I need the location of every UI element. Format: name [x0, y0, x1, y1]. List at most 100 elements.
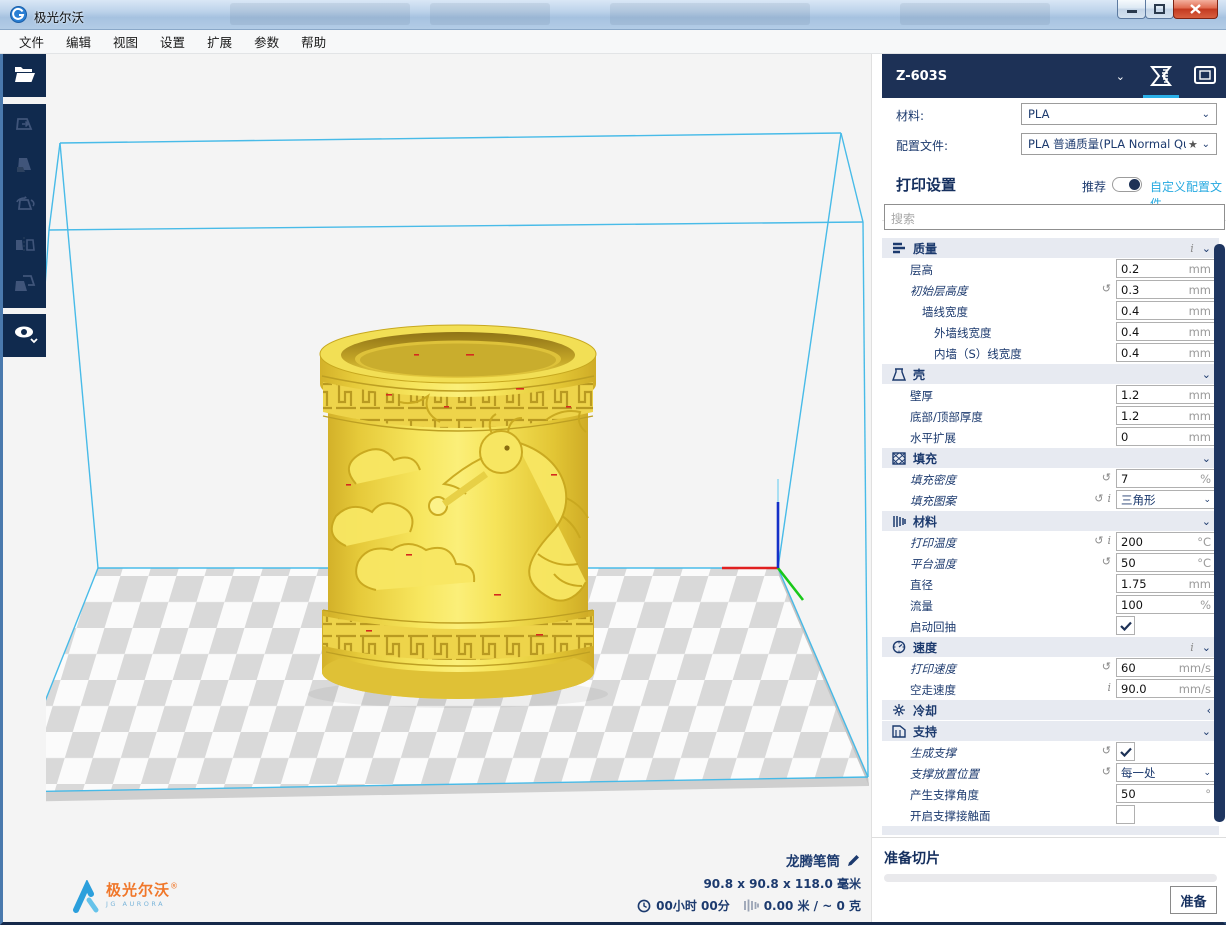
setting-checkbox-生成支撑[interactable] [1116, 742, 1135, 761]
scale-icon [14, 153, 36, 175]
setting-input-墙线宽度[interactable]: 0.4mm [1116, 301, 1216, 320]
info-icon[interactable]: i [1190, 641, 1194, 654]
printer-dropdown-chevron-icon[interactable]: ⌄ [1116, 70, 1125, 83]
printer-name[interactable]: Z-603S [896, 69, 947, 84]
setting-label: 层高 [910, 262, 933, 278]
chevron-down-icon: ⌄ [1202, 452, 1211, 465]
scale-tool[interactable] [3, 144, 46, 184]
setting-input-初始层高度[interactable]: 0.3mm [1116, 280, 1216, 299]
minimize-button[interactable] [1117, 0, 1146, 19]
profile-select[interactable]: PLA 普通质量(PLA Normal Qua ★ ⌄ [1021, 133, 1217, 155]
info-icon[interactable]: i [1107, 534, 1111, 547]
setting-row-内墙（S）线宽度: 内墙（S）线宽度0.4mm [882, 342, 1219, 363]
menu-item-参数[interactable]: 参数 [243, 29, 290, 54]
info-icon[interactable]: i [1107, 681, 1111, 694]
setting-value: 50 [1121, 556, 1136, 570]
setting-input-底部/顶部厚度[interactable]: 1.2mm [1116, 406, 1216, 425]
menu-item-文件[interactable]: 文件 [8, 29, 55, 54]
mirror-tool[interactable] [3, 224, 46, 264]
revert-icon[interactable]: ↺ [1102, 282, 1111, 295]
info-icon[interactable]: i [1107, 492, 1111, 505]
setting-label: 打印速度 [910, 661, 956, 677]
chevron-down-icon: ⌄ [1203, 768, 1211, 778]
scrollbar-thumb[interactable] [1214, 244, 1225, 822]
setting-value: 0.2 [1121, 262, 1139, 276]
revert-icon[interactable]: ↺ [1094, 492, 1103, 505]
menu-item-扩展[interactable]: 扩展 [196, 29, 243, 54]
setting-label: 支撑放置位置 [910, 766, 979, 782]
monitor-tab[interactable] [1183, 54, 1226, 98]
menu-item-编辑[interactable]: 编辑 [55, 29, 102, 54]
setting-dropdown-填充图案[interactable]: 三角形⌄ [1116, 490, 1216, 509]
prepare-tab[interactable] [1139, 54, 1183, 98]
revert-icon[interactable]: ↺ [1102, 555, 1111, 568]
setting-value: 0.4 [1121, 346, 1139, 360]
pencil-icon[interactable] [846, 853, 861, 868]
menu-item-帮助[interactable]: 帮助 [290, 29, 337, 54]
rotate-tool[interactable] [3, 184, 46, 224]
setting-input-层高[interactable]: 0.2mm [1116, 259, 1216, 278]
setting-dropdown-支撑放置位置[interactable]: 每一处⌄ [1116, 763, 1216, 782]
section-header-材料[interactable]: 材料⌄ [882, 511, 1219, 531]
revert-icon[interactable]: ↺ [1094, 534, 1103, 547]
prepare-button[interactable]: 准备 [1170, 886, 1217, 914]
revert-icon[interactable]: ↺ [1102, 744, 1111, 757]
section-header-冷却[interactable]: 冷却‹ [882, 700, 1219, 720]
section-header-支持[interactable]: 支持⌄ [882, 721, 1219, 741]
chevron-down-icon: ⌄ [1202, 109, 1210, 120]
open-file-button[interactable] [3, 54, 46, 97]
setting-unit: mm [1189, 283, 1211, 297]
chevron-down-icon: ⌄ [1203, 495, 1211, 505]
setting-input-外墙线宽度[interactable]: 0.4mm [1116, 322, 1216, 341]
material-select[interactable]: PLA ⌄ [1021, 103, 1217, 125]
setting-value: 60 [1121, 661, 1136, 675]
move-tool[interactable] [3, 104, 46, 144]
setting-input-壁厚[interactable]: 1.2mm [1116, 385, 1216, 404]
view-mode-eye-icon [12, 323, 38, 345]
section-header-质量[interactable]: 质量i⌄ [882, 238, 1219, 258]
setting-checkbox-启动回抽[interactable] [1116, 616, 1135, 635]
maximize-button[interactable] [1145, 0, 1174, 19]
setting-row-启动回抽: 启动回抽 [882, 615, 1219, 636]
setting-input-打印速度[interactable]: 60mm/s [1116, 658, 1216, 677]
setting-input-直径[interactable]: 1.75mm [1116, 574, 1216, 593]
setting-input-产生支撑角度[interactable]: 50° [1116, 784, 1216, 803]
printer-header: Z-603S ⌄ [882, 54, 1226, 98]
view-mode-button[interactable] [3, 314, 46, 357]
setting-input-填充密度[interactable]: 7% [1116, 469, 1216, 488]
material-icon [892, 515, 907, 528]
setting-value: 1.75 [1121, 577, 1147, 591]
setting-input-打印温度[interactable]: 200°C [1116, 532, 1216, 551]
setting-input-平台温度[interactable]: 50°C [1116, 553, 1216, 572]
viewport-3d[interactable]: 极光尔沃® JG AURORA 龙腾笔筒 90.8 x 90.8 x 118.0… [46, 54, 871, 922]
setting-input-内墙（S）线宽度[interactable]: 0.4mm [1116, 343, 1216, 362]
revert-icon[interactable]: ↺ [1102, 660, 1111, 673]
rotate-icon [13, 193, 37, 215]
setting-row-开启支撑接触面: 开启支撑接触面 [882, 804, 1219, 825]
revert-icon[interactable]: ↺ [1102, 765, 1111, 778]
setting-input-流量[interactable]: 100% [1116, 595, 1216, 614]
menu-item-视图[interactable]: 视图 [102, 29, 149, 54]
info-icon[interactable]: i [1190, 242, 1194, 255]
per-model-settings-tool[interactable] [3, 264, 46, 304]
search-input[interactable]: 搜索 [884, 204, 1225, 230]
section-header-速度[interactable]: 速度i⌄ [882, 637, 1219, 657]
close-button[interactable] [1173, 0, 1218, 19]
setting-input-空走速度[interactable]: 90.0mm/s [1116, 679, 1216, 698]
setting-label: 壁厚 [910, 388, 933, 404]
setting-label: 空走速度 [910, 682, 956, 698]
model-dragon-pen-holder[interactable] [308, 325, 608, 708]
build-scene [46, 54, 871, 922]
section-header-填充[interactable]: 填充⌄ [882, 448, 1219, 468]
menu-item-设置[interactable]: 设置 [149, 29, 196, 54]
move-icon [14, 113, 36, 135]
setting-unit: mm [1189, 409, 1211, 423]
title-bar[interactable]: 极光尔沃 [0, 0, 1226, 30]
setting-input-水平扩展[interactable]: 0mm [1116, 427, 1216, 446]
setting-checkbox-开启支撑接触面[interactable] [1116, 805, 1135, 824]
revert-icon[interactable]: ↺ [1102, 471, 1111, 484]
setting-row-外墙线宽度: 外墙线宽度0.4mm [882, 321, 1219, 342]
recommended-toggle[interactable] [1112, 177, 1142, 192]
recommended-label: 推荐 [1082, 178, 1106, 195]
section-header-壳[interactable]: 壳⌄ [882, 364, 1219, 384]
